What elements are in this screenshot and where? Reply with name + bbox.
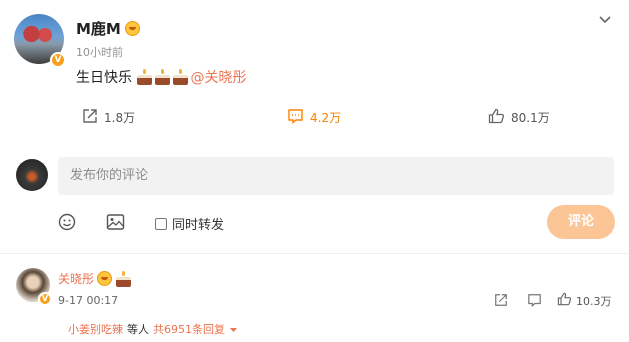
caret-down-icon[interactable]: [229, 319, 238, 338]
like-count: 80.1万: [511, 111, 550, 125]
comment-like-button[interactable]: 10.3万: [557, 292, 612, 309]
comment-count: 4.2万: [310, 111, 342, 125]
commenter-name[interactable]: 关晓彤: [58, 270, 94, 287]
author-row: M鹿M: [76, 18, 140, 39]
my-avatar: [16, 159, 48, 191]
gold-medal-icon: [97, 271, 113, 286]
repost-toggle[interactable]: 同时转发: [155, 214, 224, 233]
like-button[interactable]: 80.1万: [488, 108, 550, 127]
comment-header: 关晓彤: [58, 270, 133, 287]
comment-share-icon[interactable]: [494, 292, 508, 311]
reply-user[interactable]: 小姜别吃辣: [68, 321, 123, 337]
share-icon: [82, 108, 98, 127]
share-count: 1.8万: [104, 111, 136, 125]
verified-badge-icon: V: [50, 52, 66, 68]
divider: [0, 253, 629, 254]
repost-label: 同时转发: [172, 218, 225, 233]
like-icon: [557, 292, 572, 309]
cake-emoji-icon: [136, 69, 153, 85]
comment-button[interactable]: 4.2万: [287, 108, 341, 127]
cake-emoji-icon: [115, 270, 132, 287]
reply-summary[interactable]: 小姜别吃辣 等人 共6951条回复: [68, 319, 238, 338]
like-icon: [488, 108, 505, 127]
image-icon[interactable]: [106, 213, 125, 235]
comment-input[interactable]: 发布你的评论: [58, 157, 614, 195]
checkbox-icon[interactable]: [155, 217, 167, 230]
post-text: 生日快乐 @关晓彤: [76, 67, 246, 87]
comment-time: 9-17 00:17: [58, 294, 119, 307]
comment-like-count: 10.3万: [576, 294, 612, 308]
post-mention[interactable]: @关晓彤: [190, 70, 246, 86]
post-time[interactable]: 10小时前: [76, 44, 123, 60]
reply-mid: 等人: [127, 322, 149, 336]
emoji-icon[interactable]: [58, 213, 76, 235]
submit-comment-button[interactable]: 评论: [547, 205, 615, 239]
chevron-down-icon[interactable]: [597, 11, 613, 27]
post-text-prefix: 生日快乐: [76, 70, 132, 86]
author-name[interactable]: M鹿M: [76, 18, 121, 39]
reply-count[interactable]: 共6951条回复: [153, 321, 225, 337]
verified-badge-icon: V: [38, 292, 52, 306]
share-button[interactable]: 1.8万: [82, 108, 135, 127]
gold-medal-icon: [124, 21, 140, 36]
comment-icon: [287, 108, 304, 127]
comment-reply-icon[interactable]: [527, 292, 542, 311]
cake-emoji-icon: [154, 69, 171, 85]
cake-emoji-icon: [172, 69, 189, 85]
